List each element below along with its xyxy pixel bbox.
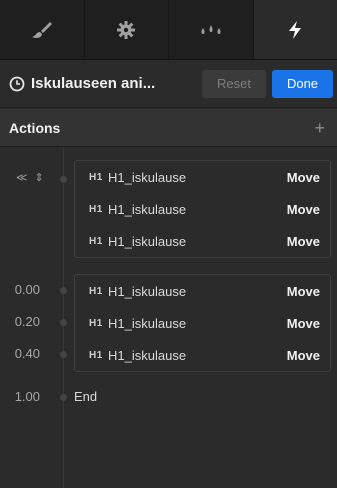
action-row[interactable]: H1 H1_iskulause Move [75, 193, 330, 225]
timeline-dot [60, 319, 67, 326]
action-target: H1_iskulause [108, 315, 187, 331]
animation-header: Iskulauseen ani... Reset Done [0, 60, 337, 108]
action-type: Move [286, 169, 320, 185]
action-row[interactable]: H1 H1_iskulause Move [75, 161, 330, 193]
end-label: End [74, 389, 98, 404]
add-action-button[interactable]: + [314, 119, 325, 137]
animation-title: Iskulauseen ani... [31, 75, 156, 92]
brush-icon [31, 21, 52, 38]
timeline-dot [60, 394, 67, 401]
heading-icon: H1 [89, 349, 103, 361]
action-target: H1_iskulause [108, 347, 187, 363]
action-target: H1_iskulause [108, 233, 187, 249]
action-target: H1_iskulause [108, 201, 187, 217]
action-type: Move [286, 315, 320, 331]
time-label: 0.40 [14, 346, 40, 361]
tab-style[interactable] [0, 0, 85, 59]
actions-title: Actions [9, 119, 61, 136]
time-label: 0.00 [14, 282, 40, 297]
time-label: 1.00 [14, 389, 40, 404]
heading-icon: H1 [89, 285, 103, 297]
timeline-dot [60, 351, 67, 358]
clock-icon [9, 76, 25, 91]
timeline-dot [60, 287, 67, 294]
panel-tabbar [0, 0, 337, 60]
action-type: Move [286, 201, 320, 217]
heading-icon: H1 [89, 171, 103, 183]
action-type: Move [286, 283, 320, 299]
timeline-dot [60, 176, 67, 183]
droplets-icon [201, 24, 221, 34]
action-row[interactable]: H1 H1_iskulause Move [75, 307, 330, 339]
reset-button[interactable]: Reset [202, 69, 266, 98]
tab-interactions[interactable] [169, 0, 254, 59]
gear-icon [117, 20, 136, 39]
action-target: H1_iskulause [108, 169, 187, 185]
actions-section-header: Actions + [0, 109, 337, 147]
heading-icon: H1 [89, 317, 103, 329]
timeline-line [63, 148, 64, 488]
done-button[interactable]: Done [272, 69, 333, 98]
action-type: Move [286, 347, 320, 363]
collapse-icon[interactable]: ≪ [16, 171, 28, 184]
reorder-icon[interactable]: ⇕ [35, 171, 44, 184]
time-label: 0.20 [14, 314, 40, 329]
group-controls: ≪ ⇕ [16, 171, 44, 184]
heading-icon: H1 [89, 235, 103, 247]
lightning-icon [289, 20, 302, 39]
action-row[interactable]: H1 H1_iskulause Move [75, 275, 330, 307]
action-row[interactable]: H1 H1_iskulause Move [75, 225, 330, 257]
heading-icon: H1 [89, 203, 103, 215]
action-type: Move [286, 233, 320, 249]
tab-settings[interactable] [85, 0, 169, 59]
action-target: H1_iskulause [108, 283, 187, 299]
tab-animations[interactable] [253, 0, 337, 59]
action-row[interactable]: H1 H1_iskulause Move [75, 339, 330, 371]
action-group-1[interactable]: H1 H1_iskulause Move H1 H1_iskulause Mov… [74, 160, 331, 258]
action-group-2[interactable]: H1 H1_iskulause Move H1 H1_iskulause Mov… [74, 274, 331, 372]
actions-timeline: ≪ ⇕ H1 H1_iskulause Move H1 H1_iskulause… [0, 148, 337, 488]
